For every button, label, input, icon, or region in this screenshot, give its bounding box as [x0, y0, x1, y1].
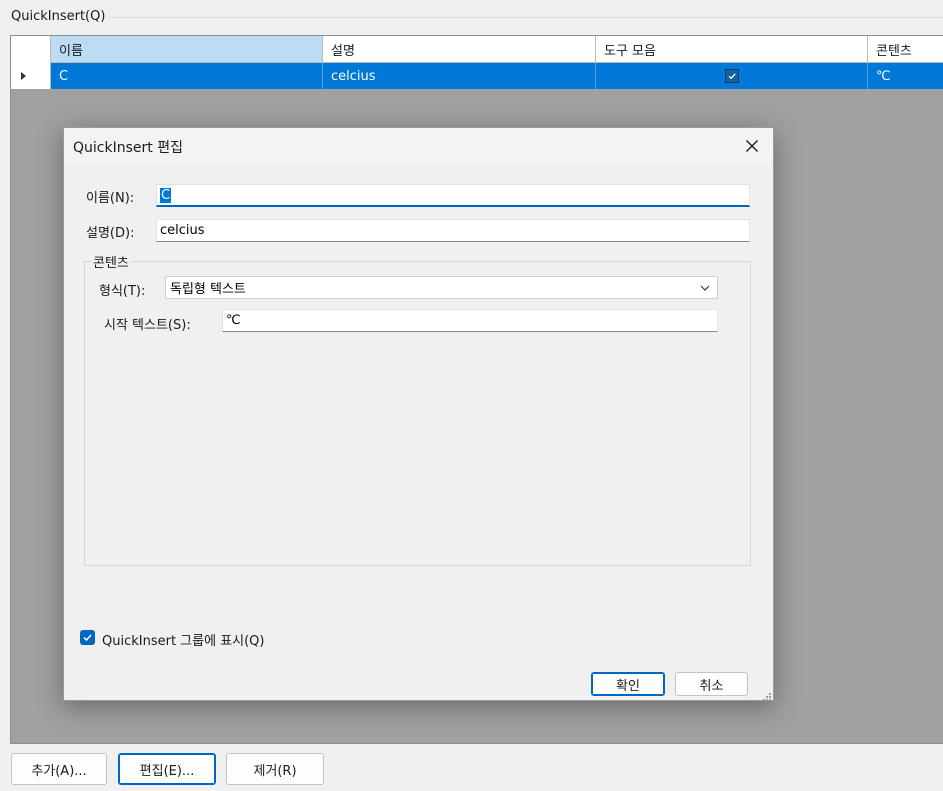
chevron-down-icon	[699, 282, 711, 294]
dialog-titlebar[interactable]: QuickInsert 편집	[64, 128, 773, 164]
cell-content[interactable]: ℃	[868, 63, 943, 89]
cancel-button[interactable]: 취소	[675, 672, 748, 696]
table-row[interactable]: C celcius ℃	[11, 63, 943, 89]
toolbar-checkbox[interactable]	[724, 69, 739, 83]
show-in-group-label[interactable]: QuickInsert 그룹에 표시(Q)	[102, 630, 265, 649]
name-label: 이름(N):	[86, 191, 135, 206]
close-button[interactable]	[739, 134, 765, 158]
format-select[interactable]: 독립형 텍스트	[165, 276, 718, 299]
content-group-box	[84, 261, 751, 566]
dialog-title: QuickInsert 편집	[73, 140, 183, 156]
close-icon	[746, 140, 758, 152]
column-header-description[interactable]: 설명	[323, 36, 596, 63]
cell-name[interactable]: C	[51, 63, 323, 89]
grid-corner-header	[11, 36, 51, 63]
format-select-value: 독립형 텍스트	[170, 282, 246, 297]
checkmark-icon	[728, 73, 736, 80]
group-divider	[108, 17, 943, 18]
content-group-label: 콘텐츠	[91, 252, 131, 271]
cell-toolbar[interactable]	[596, 63, 868, 89]
name-input-value: C	[160, 187, 172, 203]
grid-header-row: 이름 설명 도구 모음 콘텐츠	[11, 36, 943, 63]
name-input[interactable]: C	[156, 184, 750, 207]
row-indicator-icon	[21, 72, 26, 80]
description-label: 설명(D):	[86, 226, 135, 241]
show-in-group-checkbox[interactable]	[80, 630, 95, 645]
description-input[interactable]: celcius	[156, 219, 750, 242]
cell-description[interactable]: celcius	[323, 63, 596, 89]
column-header-toolbar[interactable]: 도구 모음	[596, 36, 868, 63]
add-button[interactable]: 추가(A)...	[11, 753, 107, 785]
start-text-input[interactable]: ℃	[222, 309, 718, 332]
ok-button[interactable]: 확인	[591, 672, 665, 696]
remove-button[interactable]: 제거(R)	[226, 753, 324, 785]
row-header[interactable]	[11, 63, 51, 89]
start-text-label: 시작 텍스트(S):	[104, 318, 191, 333]
resize-grip-icon[interactable]	[763, 690, 771, 701]
quickinsert-group-label: QuickInsert(Q)	[11, 9, 106, 24]
edit-button[interactable]: 편집(E)...	[118, 753, 216, 785]
edit-dialog: QuickInsert 편집 이름(N): C 설명(D): celcius 콘…	[63, 127, 774, 701]
checkmark-icon	[83, 634, 92, 642]
format-label: 형식(T):	[99, 284, 146, 299]
column-header-name[interactable]: 이름	[51, 36, 323, 63]
column-header-content[interactable]: 콘텐츠	[868, 36, 943, 63]
